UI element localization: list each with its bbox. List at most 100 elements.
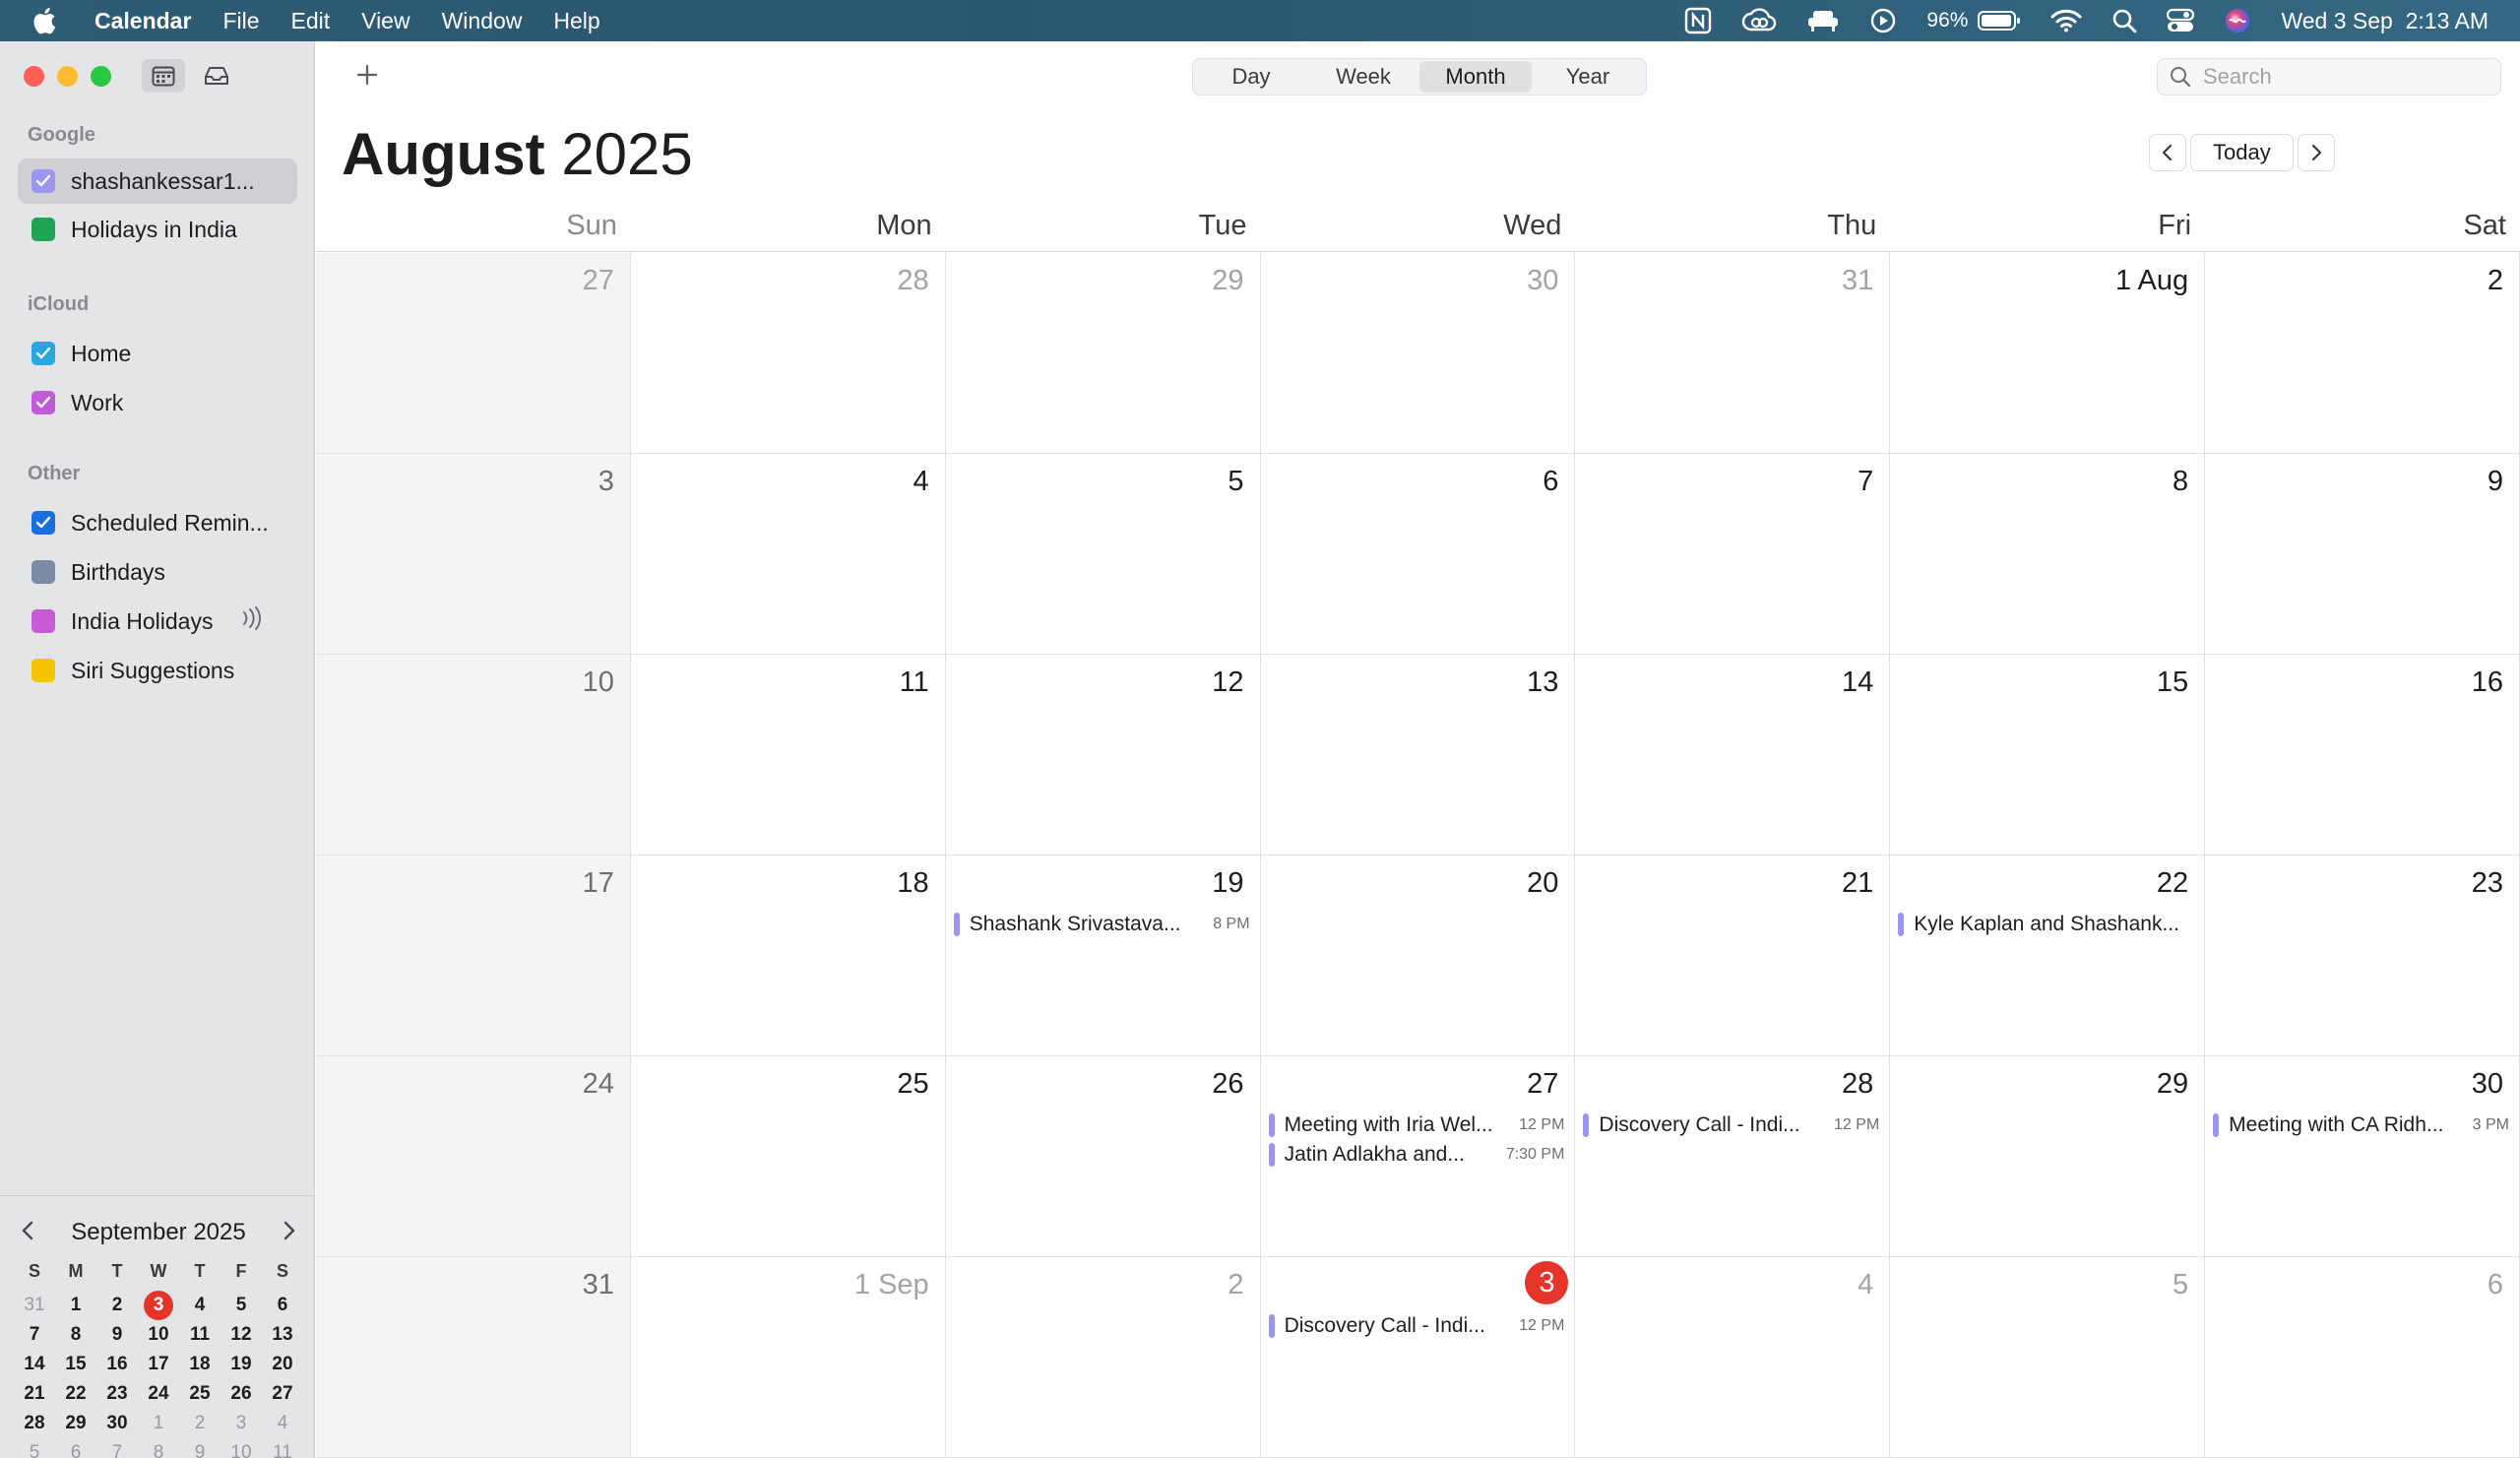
mini-date[interactable]: 1 <box>55 1291 96 1320</box>
day-cell[interactable]: 1 Sep <box>630 1257 946 1458</box>
mini-date[interactable]: 12 <box>220 1320 262 1350</box>
today-button[interactable]: Today <box>2190 134 2294 171</box>
day-cell[interactable]: 4 <box>1575 1257 1891 1458</box>
view-day-tab[interactable]: Day <box>1195 61 1307 93</box>
day-cell[interactable]: 8 <box>1890 454 2206 655</box>
previous-month-button[interactable] <box>2149 134 2186 171</box>
calendar-event[interactable]: Jatin Adlakha and... 7:30 PM <box>1268 1141 1564 1169</box>
mini-date[interactable]: 10 <box>220 1438 262 1458</box>
day-cell[interactable]: 21 <box>1575 856 1891 1056</box>
checkbox-checked-icon[interactable] <box>32 169 55 193</box>
sidebar-calendar-holidays-in-india[interactable]: Holidays in India <box>18 207 297 252</box>
day-cell[interactable]: 2 <box>945 1257 1261 1458</box>
day-cell[interactable]: 28 Discovery Call - Indi... 12 PM <box>1575 1056 1891 1257</box>
mini-date[interactable]: 25 <box>179 1379 220 1409</box>
clock[interactable]: Wed 3 Sep 2:13 AM <box>2281 8 2488 34</box>
day-cell[interactable]: 29 <box>945 253 1261 454</box>
day-cell[interactable]: 27 <box>316 253 631 454</box>
day-cell[interactable]: 31 <box>1575 253 1891 454</box>
day-cell[interactable]: 13 <box>1260 655 1576 856</box>
checkbox-checked-icon[interactable] <box>32 342 55 365</box>
mini-date[interactable]: 2 <box>179 1409 220 1438</box>
control-center-icon[interactable] <box>2167 8 2195 33</box>
day-cell[interactable]: 17 <box>316 856 631 1056</box>
day-cell[interactable]: 2 <box>2205 253 2520 454</box>
mini-date[interactable]: 4 <box>179 1291 220 1320</box>
calendar-event[interactable]: Meeting with CA Ridh... 3 PM <box>2213 1111 2509 1139</box>
mini-date[interactable]: 6 <box>262 1291 303 1320</box>
day-cell[interactable]: 14 <box>1575 655 1891 856</box>
checkbox-checked-icon[interactable] <box>32 511 55 535</box>
mini-date[interactable]: 7 <box>14 1320 55 1350</box>
zoom-window-button[interactable] <box>91 66 111 87</box>
apple-menu-icon[interactable] <box>0 7 89 34</box>
day-cell[interactable]: 5 <box>945 454 1261 655</box>
mini-date[interactable]: 2 <box>96 1291 138 1320</box>
sidebar-calendar-india-holidays[interactable]: India Holidays <box>18 599 297 644</box>
sidebar-calendar-siri-suggestions[interactable]: Siri Suggestions <box>18 648 297 693</box>
calendar-event[interactable]: Discovery Call - Indi... 12 PM <box>1583 1111 1879 1139</box>
mini-date[interactable]: 18 <box>179 1350 220 1379</box>
mini-date[interactable]: 19 <box>220 1350 262 1379</box>
sofa-icon[interactable] <box>1806 9 1840 32</box>
search-field[interactable] <box>2157 58 2501 95</box>
mini-date[interactable]: 27 <box>262 1379 303 1409</box>
mini-date[interactable]: 23 <box>96 1379 138 1409</box>
checkbox-unchecked-icon[interactable] <box>32 218 55 241</box>
calendar-event[interactable]: Discovery Call - Indi... 12 PM <box>1268 1312 1564 1340</box>
mini-date[interactable]: 15 <box>55 1350 96 1379</box>
day-cell[interactable]: 4 <box>630 454 946 655</box>
sidebar-calendar-work[interactable]: Work <box>18 380 297 425</box>
checkbox-checked-icon[interactable] <box>32 391 55 414</box>
day-cell[interactable]: 22 Kyle Kaplan and Shashank... <box>1890 856 2206 1056</box>
mini-date[interactable]: 5 <box>220 1291 262 1320</box>
battery-status[interactable]: 96% <box>1926 9 2021 32</box>
menu-edit[interactable]: Edit <box>276 8 346 34</box>
mini-date[interactable]: 20 <box>262 1350 303 1379</box>
siri-icon[interactable] <box>2224 7 2251 34</box>
day-cell[interactable]: 20 <box>1260 856 1576 1056</box>
mini-date[interactable]: 16 <box>96 1350 138 1379</box>
play-icon[interactable] <box>1869 7 1897 34</box>
day-cell[interactable]: 16 <box>2205 655 2520 856</box>
day-cell[interactable]: 3 <box>316 454 631 655</box>
view-month-tab[interactable]: Month <box>1419 61 1532 93</box>
mini-date[interactable]: 17 <box>138 1350 179 1379</box>
day-cell[interactable]: 30 <box>1260 253 1576 454</box>
wifi-icon[interactable] <box>2050 9 2082 32</box>
day-cell[interactable]: 1 Aug <box>1890 253 2206 454</box>
menu-window[interactable]: Window <box>426 8 538 34</box>
mini-calendar-title[interactable]: September 2025 <box>71 1219 245 1246</box>
day-cell[interactable]: 30 Meeting with CA Ridh... 3 PM <box>2205 1056 2520 1257</box>
day-cell[interactable]: 5 <box>1890 1257 2206 1458</box>
day-cell[interactable]: 23 <box>2205 856 2520 1056</box>
mini-date[interactable]: 26 <box>220 1379 262 1409</box>
checkbox-unchecked-icon[interactable] <box>32 659 55 682</box>
close-window-button[interactable] <box>24 66 44 87</box>
mini-date[interactable]: 1 <box>138 1409 179 1438</box>
menu-app-name[interactable]: Calendar <box>89 8 207 34</box>
calendar-event[interactable]: Meeting with Iria Wel... 12 PM <box>1268 1111 1564 1139</box>
mini-date[interactable]: 5 <box>14 1438 55 1458</box>
mini-date[interactable]: 24 <box>138 1379 179 1409</box>
day-cell[interactable]: 31 <box>316 1257 631 1458</box>
mini-date[interactable]: 14 <box>14 1350 55 1379</box>
mini-date[interactable]: 13 <box>262 1320 303 1350</box>
day-cell[interactable]: 7 <box>1575 454 1891 655</box>
mini-date[interactable]: 4 <box>262 1409 303 1438</box>
mini-date[interactable]: 28 <box>14 1409 55 1438</box>
mini-date[interactable]: 10 <box>138 1320 179 1350</box>
menu-file[interactable]: File <box>207 8 275 34</box>
minimize-window-button[interactable] <box>57 66 78 87</box>
mini-date[interactable]: 31 <box>14 1291 55 1320</box>
day-cell[interactable]: 25 <box>630 1056 946 1257</box>
mini-date[interactable]: 22 <box>55 1379 96 1409</box>
calendar-event[interactable]: Kyle Kaplan and Shashank... <box>1898 911 2194 938</box>
mini-next-month-button[interactable] <box>282 1220 297 1246</box>
day-cell[interactable]: 15 <box>1890 655 2206 856</box>
mini-date[interactable]: 11 <box>262 1438 303 1458</box>
creative-cloud-icon[interactable] <box>1741 8 1777 33</box>
day-cell[interactable]: 6 <box>2205 1257 2520 1458</box>
day-cell[interactable]: 24 <box>316 1056 631 1257</box>
checkbox-unchecked-icon[interactable] <box>32 560 55 584</box>
